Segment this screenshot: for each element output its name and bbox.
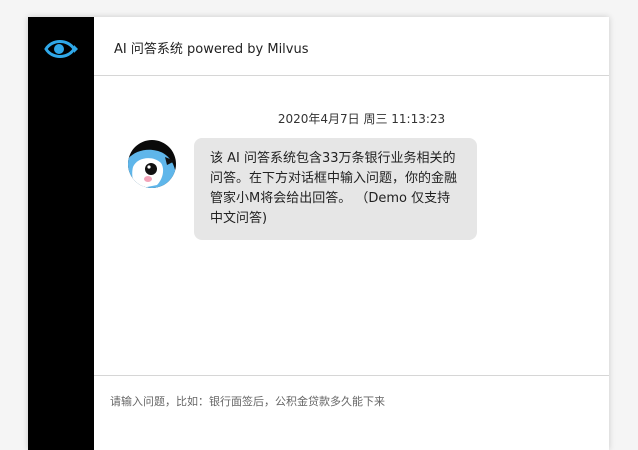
penguin-bot-avatar: [128, 140, 176, 188]
main-panel: AI 问答系统 powered by Milvus 2020年4月7日 周三 1…: [94, 17, 609, 450]
input-area: [94, 375, 609, 450]
sidebar: [28, 17, 94, 450]
chat-window: AI 问答系统 powered by Milvus 2020年4月7日 周三 1…: [28, 17, 609, 450]
question-input[interactable]: [110, 388, 590, 414]
page: AI 问答系统 powered by Milvus 2020年4月7日 周三 1…: [0, 0, 638, 450]
eye-icon[interactable]: [44, 36, 78, 62]
header: AI 问答系统 powered by Milvus: [94, 17, 609, 76]
app-title: AI 问答系统 powered by Milvus: [114, 42, 309, 57]
bot-message-bubble: 该 AI 问答系统包含33万条银行业务相关的问答。在下方对话框中输入问题，你的金…: [194, 138, 477, 240]
message-timestamp: 2020年4月7日 周三 11:13:23: [277, 112, 446, 126]
